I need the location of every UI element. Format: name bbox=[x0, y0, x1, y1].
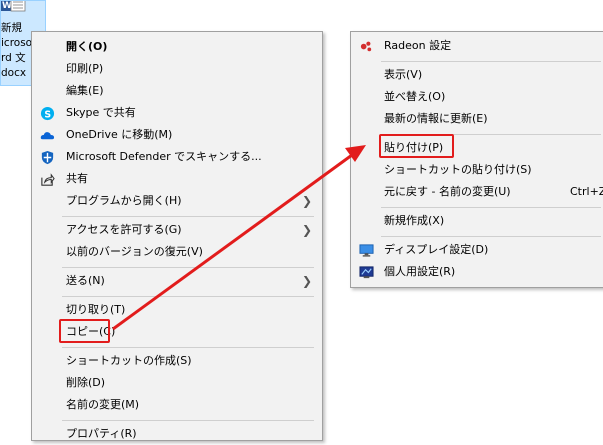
menu-item-label: 並べ替え(O) bbox=[384, 90, 446, 103]
menu-item-label: 表示(V) bbox=[384, 68, 423, 81]
menu-item-label: ショートカットの貼り付け(S) bbox=[384, 163, 532, 176]
menu-item-view[interactable]: 表示(V) bbox=[351, 64, 603, 86]
menu-item-create-shortcut[interactable]: ショートカットの作成(S) bbox=[32, 350, 322, 372]
menu-item-label: 印刷(P) bbox=[66, 62, 104, 75]
menu-item-label: アクセスを許可する(G) bbox=[66, 223, 182, 236]
file-context-menu: 開く(O) 印刷(P) 編集(E) S Skype で共有 OneDrive に… bbox=[31, 31, 323, 441]
file-name-line: icroso bbox=[1, 37, 33, 49]
menu-item-sort-by[interactable]: 並べ替え(O) bbox=[351, 86, 603, 108]
menu-item-onedrive[interactable]: OneDrive に移動(M) bbox=[32, 124, 322, 146]
onedrive-cloud-icon bbox=[40, 132, 55, 140]
menu-item-label: 名前の変更(M) bbox=[66, 398, 140, 411]
menu-item-radeon-settings[interactable]: Radeon 設定 bbox=[351, 35, 603, 57]
menu-item-edit[interactable]: 編集(E) bbox=[32, 80, 322, 102]
display-icon bbox=[359, 244, 374, 257]
share-icon bbox=[41, 173, 55, 186]
menu-item-label: プログラムから開く(H) bbox=[66, 194, 182, 207]
menu-item-label: 編集(E) bbox=[66, 84, 104, 97]
menu-item-label: OneDrive に移動(M) bbox=[66, 128, 173, 141]
menu-item-properties[interactable]: プロパティ(R) bbox=[32, 423, 322, 445]
menu-item-refresh[interactable]: 最新の情報に更新(E) bbox=[351, 108, 603, 130]
menu-separator bbox=[62, 347, 314, 348]
menu-item-delete[interactable]: 削除(D) bbox=[32, 372, 322, 394]
menu-item-label: ディスプレイ設定(D) bbox=[384, 243, 489, 256]
menu-item-share[interactable]: 共有 bbox=[32, 168, 322, 190]
submenu-arrow-icon: ❯ bbox=[301, 194, 312, 208]
copy-highlight-box bbox=[59, 319, 110, 343]
menu-item-print[interactable]: 印刷(P) bbox=[32, 58, 322, 80]
menu-item-cut[interactable]: 切り取り(T) bbox=[32, 299, 322, 321]
paste-highlight-box bbox=[379, 134, 454, 158]
menu-item-personalize[interactable]: 個人用設定(R) bbox=[351, 261, 603, 283]
menu-item-skype-share[interactable]: S Skype で共有 bbox=[32, 102, 322, 124]
menu-item-send-to[interactable]: 送る(N) ❯ bbox=[32, 270, 322, 292]
menu-separator bbox=[62, 296, 314, 297]
file-name-line: docx bbox=[1, 67, 27, 79]
menu-separator bbox=[381, 236, 601, 237]
menu-item-undo-rename[interactable]: 元に戻す - 名前の変更(U) Ctrl+Z bbox=[351, 181, 603, 203]
menu-item-label: Radeon 設定 bbox=[384, 39, 452, 52]
menu-item-display-settings[interactable]: ディスプレイ設定(D) bbox=[351, 239, 603, 261]
menu-item-label: Skype で共有 bbox=[66, 106, 136, 119]
menu-item-shortcut: Ctrl+Z bbox=[570, 185, 603, 198]
menu-separator bbox=[381, 61, 601, 62]
radeon-icon bbox=[360, 41, 372, 52]
desktop-context-menu: Radeon 設定 表示(V) 並べ替え(O) 最新の情報に更新(E) 貼り付け… bbox=[350, 31, 603, 288]
skype-icon: S bbox=[40, 106, 55, 120]
word-document-icon: W bbox=[1, 1, 26, 12]
submenu-arrow-icon: ❯ bbox=[301, 223, 312, 237]
menu-item-label: 最新の情報に更新(E) bbox=[384, 112, 488, 125]
menu-item-label: 新規作成(X) bbox=[384, 214, 445, 227]
menu-item-label: Microsoft Defender でスキャンする... bbox=[66, 150, 262, 163]
menu-item-label: プロパティ(R) bbox=[66, 427, 137, 440]
svg-text:W: W bbox=[2, 1, 12, 11]
menu-item-label: 個人用設定(R) bbox=[384, 265, 456, 278]
menu-item-paste-shortcut[interactable]: ショートカットの貼り付け(S) bbox=[351, 159, 603, 181]
menu-item-label: 共有 bbox=[66, 172, 88, 185]
menu-separator bbox=[62, 420, 314, 421]
menu-item-label: ショートカットの作成(S) bbox=[66, 354, 192, 367]
menu-item-open-with[interactable]: プログラムから開く(H) ❯ bbox=[32, 190, 322, 212]
menu-item-label: 元に戻す - 名前の変更(U) bbox=[384, 185, 511, 198]
menu-item-label: 削除(D) bbox=[66, 376, 106, 389]
menu-item-give-access[interactable]: アクセスを許可する(G) ❯ bbox=[32, 219, 322, 241]
defender-shield-icon bbox=[41, 150, 54, 165]
file-name-line: 新規 bbox=[1, 22, 22, 34]
menu-item-restore-versions[interactable]: 以前のバージョンの復元(V) bbox=[32, 241, 322, 263]
menu-item-label: 開く(O) bbox=[66, 40, 108, 53]
menu-item-new[interactable]: 新規作成(X) bbox=[351, 210, 603, 232]
menu-separator bbox=[62, 216, 314, 217]
svg-text:S: S bbox=[44, 109, 51, 120]
file-name-line: rd 文 bbox=[1, 52, 26, 64]
menu-item-label: 切り取り(T) bbox=[66, 303, 126, 316]
menu-item-label: 以前のバージョンの復元(V) bbox=[66, 245, 203, 258]
menu-item-label: 送る(N) bbox=[66, 274, 105, 287]
menu-item-open[interactable]: 開く(O) bbox=[32, 36, 322, 58]
menu-separator bbox=[62, 267, 314, 268]
menu-item-defender-scan[interactable]: Microsoft Defender でスキャンする... bbox=[32, 146, 322, 168]
menu-item-rename[interactable]: 名前の変更(M) bbox=[32, 394, 322, 416]
personalize-icon bbox=[359, 266, 374, 279]
submenu-arrow-icon: ❯ bbox=[301, 274, 312, 288]
menu-separator bbox=[381, 207, 601, 208]
